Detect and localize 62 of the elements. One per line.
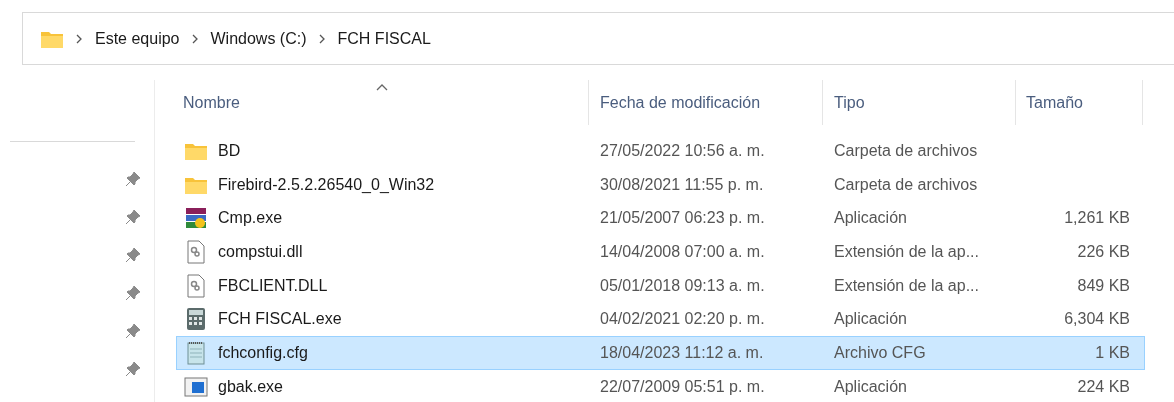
modified-date: 22/07/2009 05:51 p. m. <box>599 376 766 397</box>
file-size: 849 KB <box>1077 275 1130 296</box>
calculator-icon <box>185 307 207 332</box>
file-type: Extensión de la ap... <box>833 275 980 296</box>
file-name: FCH FISCAL.exe <box>218 309 342 330</box>
file-row[interactable]: FCH FISCAL.exe 04/02/2021 02:20 p. m. Aplicación 6,304 KB <box>176 302 1145 337</box>
file-type: Aplicación <box>833 376 908 397</box>
books-icon <box>184 206 208 231</box>
file-name: FBCLIENT.DLL <box>218 275 328 296</box>
modified-date: 04/02/2021 02:20 p. m. <box>599 309 766 330</box>
file-name: Firebird-2.5.2.26540_0_Win32 <box>218 174 435 195</box>
pin-icon[interactable] <box>125 361 141 377</box>
modified-date: 27/05/2022 10:56 a. m. <box>599 140 766 161</box>
modified-date: 18/04/2023 11:12 a. m. <box>599 342 765 363</box>
gear-file-icon <box>186 273 206 298</box>
file-row[interactable]: Firebird-2.5.2.26540_0_Win32 30/08/2021 11:55 p. m. Carpeta de archivos <box>176 167 1145 202</box>
file-size: 226 KB <box>1077 241 1130 262</box>
pin-icon[interactable] <box>125 171 141 187</box>
breadcrumb-item[interactable]: Este equipo <box>95 26 180 51</box>
pin-icon[interactable] <box>125 323 141 339</box>
modified-date: 30/08/2021 11:55 p. m. <box>599 174 765 195</box>
pin-icon[interactable] <box>125 209 141 225</box>
pin-icon[interactable] <box>125 285 141 301</box>
column-header[interactable]: Nombre <box>155 80 588 125</box>
notepad-icon <box>185 340 207 365</box>
modified-date: 14/04/2008 07:00 a. m. <box>599 241 766 262</box>
pin-icon[interactable] <box>125 247 141 263</box>
breadcrumb-item[interactable]: Windows (C:) <box>210 26 307 51</box>
chevron-right-icon[interactable] <box>318 33 326 44</box>
sort-ascending-icon <box>375 84 388 91</box>
file-name: Cmp.exe <box>218 208 283 229</box>
file-row[interactable]: compstui.dll 14/04/2008 07:00 a. m. Extensión de la ap... 226 KB <box>176 235 1145 269</box>
file-type: Aplicación <box>833 309 908 330</box>
file-name: gbak.exe <box>218 376 283 397</box>
app-window-icon <box>184 375 208 398</box>
file-row[interactable]: FBCLIENT.DLL 05/01/2018 09:13 a. m. Extensión de la ap... 849 KB <box>176 268 1145 303</box>
column-header[interactable]: Tamaño <box>1015 80 1143 125</box>
file-name: compstui.dll <box>218 241 303 262</box>
column-header[interactable]: Tipo <box>822 80 1015 125</box>
address-bar[interactable]: Este equipo Windows (C:) FCH FISCAL <box>22 12 1174 65</box>
modified-date: 21/05/2007 06:23 p. m. <box>599 208 766 229</box>
file-size: 1 KB <box>1095 342 1130 363</box>
breadcrumb-item[interactable]: FCH FISCAL <box>337 26 431 51</box>
file-row[interactable]: Cmp.exe 21/05/2007 06:23 p. m. Aplicación 1,261 KB <box>176 201 1145 236</box>
file-row[interactable]: gbak.exe 22/07/2009 05:51 p. m. Aplicación 224 KB <box>176 369 1145 402</box>
file-name: BD <box>218 140 241 161</box>
gear-file-icon <box>186 239 206 264</box>
file-size: 6,304 KB <box>1064 309 1130 330</box>
column-header[interactable]: Fecha de modificación <box>588 80 822 125</box>
file-size: 1,261 KB <box>1064 208 1130 229</box>
chevron-right-icon[interactable] <box>76 33 83 44</box>
file-type: Extensión de la ap... <box>833 241 980 262</box>
file-type: Archivo CFG <box>833 342 927 363</box>
modified-date: 05/01/2018 09:13 a. m. <box>599 275 766 296</box>
file-row[interactable]: fchconfig.cfg 18/04/2023 11:12 a. m. Archivo CFG 1 KB <box>176 336 1145 370</box>
file-name: fchconfig.cfg <box>218 342 308 363</box>
file-type: Carpeta de archivos <box>833 174 979 195</box>
chevron-right-icon[interactable] <box>191 33 199 44</box>
file-size: 224 KB <box>1077 376 1130 397</box>
file-row[interactable]: BD 27/05/2022 10:56 a. m. Carpeta de archivos <box>176 134 1145 168</box>
file-type: Carpeta de archivos <box>833 140 979 161</box>
file-type: Aplicación <box>833 208 908 229</box>
